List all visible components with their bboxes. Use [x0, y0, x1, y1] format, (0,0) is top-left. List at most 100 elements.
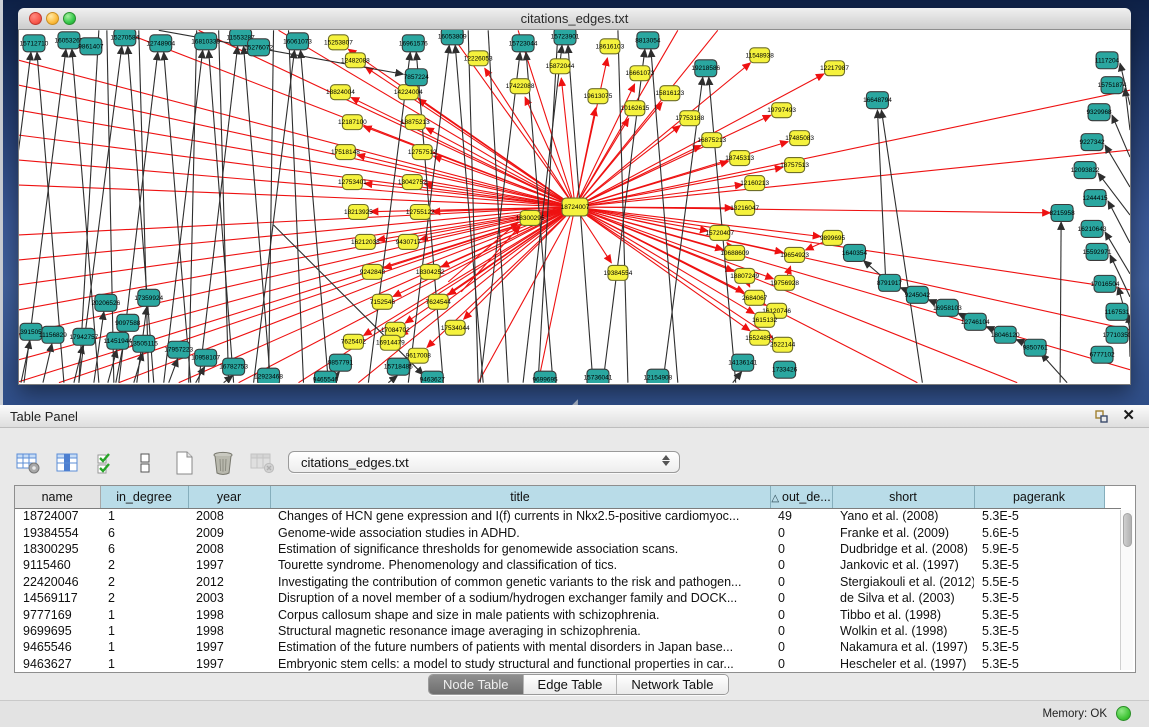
table-row[interactable]: 1872400712008Changes of HCN gene express… — [15, 508, 1121, 524]
table-row[interactable]: 1830029562008Estimation of significance … — [15, 541, 1121, 557]
cell-year[interactable]: 1997 — [188, 656, 270, 672]
cell-pagerank[interactable]: 5.3E-5 — [974, 639, 1104, 655]
network-edge[interactable] — [464, 207, 575, 319]
cell-title[interactable]: Changes of HCN gene expression and I(f) … — [270, 508, 770, 524]
cell-name[interactable]: 18300295 — [15, 541, 100, 557]
network-edge[interactable] — [1108, 201, 1130, 243]
network-edge[interactable] — [289, 30, 304, 382]
cell-short[interactable]: Yano et al. (2008) — [832, 508, 974, 524]
network-edge[interactable] — [269, 30, 274, 382]
cell-out_degree[interactable]: 0 — [770, 574, 832, 590]
cell-name[interactable]: 9115460 — [15, 557, 100, 573]
tab-node-table[interactable]: Node Table — [429, 675, 523, 694]
cell-short[interactable]: Dudbridge et al. (2008) — [832, 541, 974, 557]
column-header-year[interactable]: year — [188, 486, 270, 508]
network-edge[interactable] — [21, 341, 30, 383]
network-graph[interactable]: 1872400712482088188240041218710017518148… — [19, 30, 1130, 383]
float-panel-icon[interactable] — [1095, 410, 1109, 423]
cell-year[interactable]: 2008 — [188, 508, 270, 524]
cell-in_degree[interactable]: 6 — [100, 541, 188, 557]
cell-title[interactable]: Estimation of the future numbers of pati… — [270, 639, 770, 655]
cell-in_degree[interactable]: 1 — [100, 508, 188, 524]
cell-in_degree[interactable]: 2 — [100, 574, 188, 590]
table-scrollbar[interactable] — [1120, 510, 1133, 670]
delete-table-icon[interactable] — [248, 448, 276, 478]
cell-year[interactable]: 1998 — [188, 623, 270, 639]
cell-title[interactable]: Corpus callosum shape and size in male p… — [270, 606, 770, 622]
network-edge[interactable] — [733, 372, 742, 383]
column-header-title[interactable]: title — [270, 486, 770, 508]
network-edge[interactable] — [468, 30, 478, 382]
cell-in_degree[interactable]: 1 — [100, 656, 188, 672]
column-header-out_degree[interactable]: △out_de... — [770, 486, 832, 508]
cell-name[interactable]: 18724007 — [15, 508, 100, 524]
cell-out_degree[interactable]: 0 — [770, 541, 832, 557]
network-edge[interactable] — [94, 312, 104, 383]
cell-short[interactable]: Nakamura et al. (1997) — [832, 639, 974, 655]
cell-pagerank[interactable]: 5.3E-5 — [974, 606, 1104, 622]
cell-name[interactable]: 22420046 — [15, 574, 100, 590]
cell-title[interactable]: Genome-wide association studies in ADHD. — [270, 524, 770, 540]
table-scrollbar-thumb[interactable] — [1123, 513, 1132, 547]
minimize-button[interactable] — [46, 12, 59, 25]
cell-year[interactable]: 1997 — [188, 639, 270, 655]
network-edge[interactable] — [881, 110, 922, 383]
network-edge[interactable] — [244, 46, 271, 382]
cell-title[interactable]: Estimation of significance thresholds fo… — [270, 541, 770, 557]
network-view-window[interactable]: citations_edges.txt 18724007124820881882… — [18, 8, 1131, 385]
close-panel-icon[interactable]: ✕ — [1122, 408, 1135, 424]
table-row[interactable]: 946554611997Estimation of the future num… — [15, 639, 1121, 655]
cell-in_degree[interactable]: 2 — [100, 557, 188, 573]
network-edge[interactable] — [19, 110, 575, 207]
column-header-name[interactable]: name — [15, 486, 100, 508]
column-header-short[interactable]: short — [832, 486, 974, 508]
cell-pagerank[interactable]: 5.3E-5 — [974, 656, 1104, 672]
network-edge[interactable] — [108, 350, 117, 383]
network-edge[interactable] — [561, 78, 575, 207]
network-edge[interactable] — [575, 207, 1050, 213]
cell-name[interactable]: 14569117 — [15, 590, 100, 606]
cell-year[interactable]: 2012 — [188, 574, 270, 590]
cell-name[interactable]: 9465546 — [15, 639, 100, 655]
column-header-pagerank[interactable]: pagerank — [974, 486, 1104, 508]
cell-pagerank[interactable]: 5.6E-5 — [974, 524, 1104, 540]
network-edge[interactable] — [199, 46, 238, 382]
cell-title[interactable]: Investigating the contribution of common… — [270, 574, 770, 590]
network-edge[interactable] — [107, 30, 114, 382]
cell-year[interactable]: 2009 — [188, 524, 270, 540]
network-window-titlebar[interactable]: citations_edges.txt — [18, 8, 1131, 30]
table-row[interactable]: 911546021997Tourette syndrome. Phenomeno… — [15, 557, 1121, 573]
network-table-selector[interactable]: citations_edges.txt — [288, 451, 680, 473]
cell-title[interactable]: Embryonic stem cells: a model to study s… — [270, 656, 770, 672]
network-edge[interactable] — [1060, 222, 1061, 383]
cell-year[interactable]: 2003 — [188, 590, 270, 606]
cell-in_degree[interactable]: 1 — [100, 639, 188, 655]
cell-out_degree[interactable]: 0 — [770, 639, 832, 655]
cell-name[interactable]: 9699695 — [15, 623, 100, 639]
cell-name[interactable]: 19384554 — [15, 524, 100, 540]
cell-short[interactable]: Jankovic et al. (1997) — [832, 557, 974, 573]
network-edge[interactable] — [254, 50, 295, 382]
tab-edge-table[interactable]: Edge Table — [523, 675, 617, 694]
cell-year[interactable]: 2008 — [188, 541, 270, 557]
network-edge[interactable] — [189, 30, 197, 382]
table-row[interactable]: 946362711997Embryonic stem cells: a mode… — [15, 656, 1121, 672]
network-edge[interactable] — [618, 30, 628, 382]
select-all-columns-icon[interactable] — [92, 448, 120, 478]
table-row[interactable]: 1456911722003Disruption of a novel membe… — [15, 590, 1121, 606]
cell-name[interactable]: 9463627 — [15, 656, 100, 672]
cell-out_degree[interactable]: 0 — [770, 524, 832, 540]
cell-year[interactable]: 1998 — [188, 606, 270, 622]
cell-pagerank[interactable]: 5.3E-5 — [974, 508, 1104, 524]
cell-title[interactable]: Tourette syndrome. Phenomenology and cla… — [270, 557, 770, 573]
zoom-button[interactable] — [63, 12, 76, 25]
cell-out_degree[interactable]: 49 — [770, 508, 832, 524]
cell-pagerank[interactable]: 5.5E-5 — [974, 574, 1104, 590]
network-edge[interactable] — [1041, 354, 1067, 383]
network-edge[interactable] — [877, 110, 885, 275]
cell-short[interactable]: de Silva et al. (2003) — [832, 590, 974, 606]
network-canvas[interactable]: 1872400712482088188240041218710017518148… — [18, 30, 1131, 385]
network-edge[interactable] — [43, 344, 52, 383]
cell-year[interactable]: 1997 — [188, 557, 270, 573]
cell-short[interactable]: Tibbo et al. (1998) — [832, 606, 974, 622]
